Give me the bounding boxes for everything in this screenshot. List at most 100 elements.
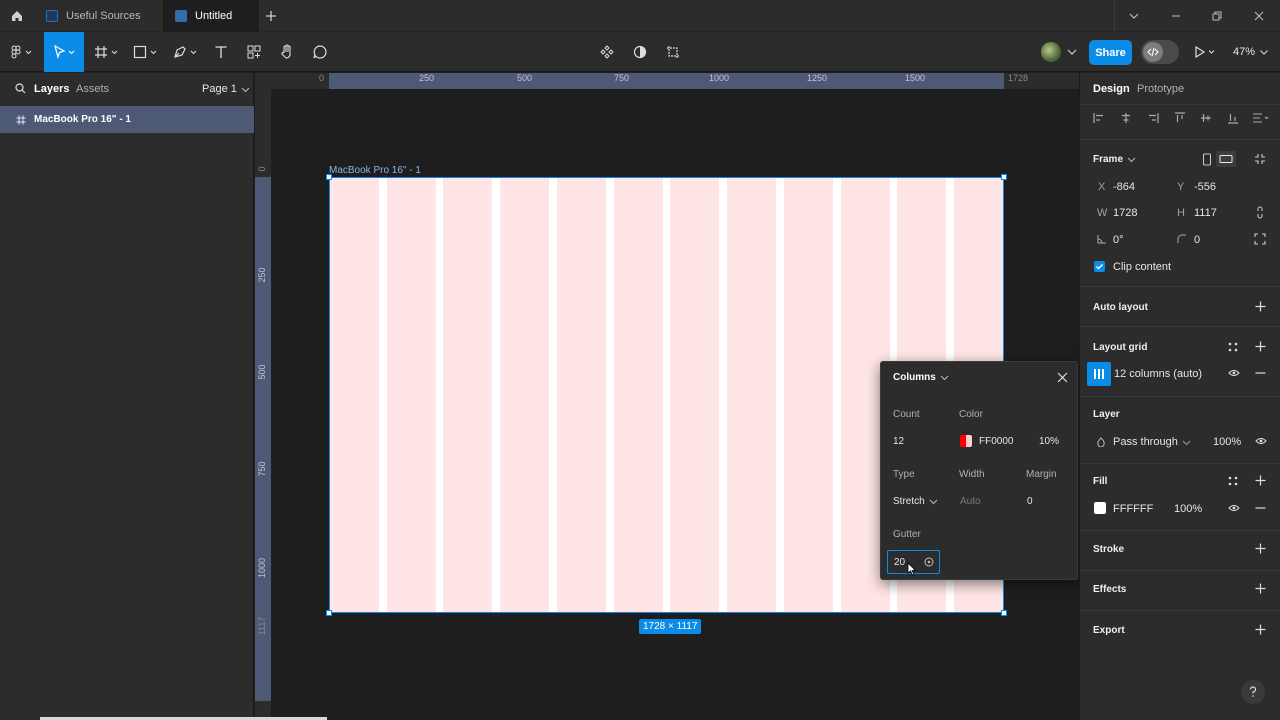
right-panel: Design Prototype Frame X -864 Y -556 W 1… bbox=[1079, 73, 1280, 720]
resize-handle-bottom-right[interactable] bbox=[1001, 610, 1007, 616]
add-export-icon[interactable] bbox=[1255, 624, 1266, 635]
maximize-button[interactable] bbox=[1199, 0, 1235, 32]
multiplayer-avatar-button[interactable] bbox=[1041, 40, 1079, 64]
page-selector[interactable]: Page 1 bbox=[202, 83, 250, 95]
component-icon bbox=[600, 45, 614, 59]
frame-title-label[interactable]: MacBook Pro 16" - 1 bbox=[329, 165, 421, 176]
grid-color-hex-input[interactable]: FF0000 bbox=[979, 436, 1013, 447]
count-label: Count bbox=[893, 409, 920, 420]
pen-tool[interactable] bbox=[171, 32, 201, 72]
height-input[interactable]: 1117 bbox=[1194, 207, 1217, 219]
fill-color-swatch[interactable] bbox=[1094, 502, 1106, 514]
grid-settings-button[interactable] bbox=[1087, 362, 1111, 386]
align-top-icon[interactable] bbox=[1174, 112, 1186, 124]
create-component-button[interactable] bbox=[596, 32, 618, 72]
variable-icon[interactable] bbox=[924, 557, 934, 567]
landscape-button[interactable] bbox=[1216, 151, 1236, 167]
add-auto-layout-icon[interactable] bbox=[1255, 301, 1266, 312]
distribute-icon[interactable] bbox=[1252, 112, 1270, 124]
chevron-down-icon bbox=[1260, 50, 1268, 55]
chevron-down-icon bbox=[1129, 13, 1139, 19]
resize-handle-bottom-left[interactable] bbox=[326, 610, 332, 616]
close-icon[interactable] bbox=[1057, 372, 1068, 383]
portrait-icon[interactable] bbox=[1202, 153, 1212, 166]
remove-icon[interactable] bbox=[1255, 504, 1266, 512]
move-tool[interactable] bbox=[44, 32, 84, 72]
new-tab-button[interactable] bbox=[259, 0, 283, 32]
grid-styles-icon[interactable] bbox=[1228, 342, 1238, 352]
width-input[interactable]: Auto bbox=[960, 496, 981, 507]
resize-to-fit-icon[interactable] bbox=[1254, 153, 1266, 165]
minimize-button[interactable] bbox=[1158, 0, 1194, 32]
eye-icon[interactable] bbox=[1228, 504, 1240, 512]
hand-tool[interactable] bbox=[276, 32, 298, 72]
x-input[interactable]: -864 bbox=[1113, 181, 1135, 193]
grid-type-select[interactable]: Stretch bbox=[893, 496, 938, 507]
resize-handle-top-right[interactable] bbox=[1001, 174, 1007, 180]
rotation-input[interactable]: 0° bbox=[1113, 234, 1124, 246]
clip-content-checkbox[interactable] bbox=[1094, 261, 1105, 272]
width-input[interactable]: 1728 bbox=[1113, 207, 1137, 219]
checkmark-icon bbox=[1096, 264, 1103, 270]
help-button[interactable] bbox=[1241, 680, 1265, 704]
resize-handle-top-left[interactable] bbox=[326, 174, 332, 180]
grid-opacity-input[interactable]: 10% bbox=[1039, 436, 1059, 447]
columns-icon bbox=[1094, 369, 1104, 379]
zoom-dropdown[interactable]: 47% bbox=[1233, 40, 1273, 64]
margin-input[interactable]: 0 bbox=[1027, 496, 1033, 507]
align-horizontal-center-icon[interactable] bbox=[1120, 112, 1132, 124]
layer-opacity-input[interactable]: 100% bbox=[1213, 436, 1241, 448]
grid-color-swatch[interactable] bbox=[960, 435, 972, 447]
tab-assets[interactable]: Assets bbox=[76, 83, 109, 95]
eye-icon[interactable] bbox=[1228, 369, 1240, 377]
home-button[interactable] bbox=[0, 0, 33, 32]
align-left-icon[interactable] bbox=[1093, 112, 1105, 124]
present-button[interactable] bbox=[1194, 40, 1226, 64]
add-stroke-icon[interactable] bbox=[1255, 543, 1266, 554]
auto-layout-title: Auto layout bbox=[1093, 302, 1148, 313]
play-icon bbox=[1195, 46, 1215, 58]
crop-button[interactable] bbox=[662, 32, 684, 72]
align-bottom-icon[interactable] bbox=[1227, 112, 1239, 124]
independent-corners-icon[interactable] bbox=[1254, 233, 1266, 245]
tab-prototype[interactable]: Prototype bbox=[1137, 83, 1184, 95]
fill-opacity-input[interactable]: 100% bbox=[1174, 503, 1202, 515]
comment-tool[interactable] bbox=[309, 32, 331, 72]
layer-row[interactable]: MacBook Pro 16" - 1 bbox=[0, 106, 254, 133]
close-window-button[interactable] bbox=[1241, 0, 1277, 32]
layout-grid-item-label[interactable]: 12 columns (auto) bbox=[1114, 368, 1202, 380]
align-right-icon[interactable] bbox=[1147, 112, 1159, 124]
search-icon[interactable] bbox=[15, 83, 26, 94]
frame-tool[interactable] bbox=[92, 32, 122, 72]
horizontal-ruler[interactable] bbox=[255, 73, 1079, 89]
y-input[interactable]: -556 bbox=[1194, 181, 1216, 193]
main-menu-button[interactable] bbox=[6, 32, 38, 72]
frame-preset-dropdown[interactable]: Frame bbox=[1093, 154, 1136, 165]
fill-hex-input[interactable]: FFFFFF bbox=[1113, 503, 1153, 515]
fill-styles-icon[interactable] bbox=[1228, 476, 1238, 486]
dev-mode-toggle[interactable] bbox=[1141, 40, 1179, 64]
align-vertical-center-icon[interactable] bbox=[1200, 112, 1212, 124]
shape-tool[interactable] bbox=[131, 32, 161, 72]
mask-button[interactable] bbox=[629, 32, 651, 72]
tab-design[interactable]: Design bbox=[1093, 83, 1130, 95]
tabs-dropdown-button[interactable] bbox=[1116, 0, 1152, 32]
grid-type-dropdown[interactable]: Columns bbox=[893, 372, 949, 383]
blend-mode-dropdown[interactable]: Pass through bbox=[1113, 436, 1191, 448]
tab-untitled[interactable]: Untitled bbox=[163, 0, 259, 32]
tab-layers[interactable]: Layers bbox=[34, 83, 69, 95]
text-tool[interactable] bbox=[210, 32, 232, 72]
add-layout-grid-icon[interactable] bbox=[1255, 341, 1266, 352]
remove-icon[interactable] bbox=[1255, 369, 1266, 377]
constrain-proportions-icon[interactable] bbox=[1256, 206, 1264, 219]
share-button[interactable]: Share bbox=[1089, 40, 1132, 65]
count-input[interactable]: 12 bbox=[893, 436, 904, 447]
ruler-label: 750 bbox=[614, 73, 630, 83]
corner-radius-input[interactable]: 0 bbox=[1194, 234, 1200, 246]
tab-useful-sources[interactable]: Useful Sources bbox=[34, 0, 162, 32]
add-fill-icon[interactable] bbox=[1255, 475, 1266, 486]
eye-icon[interactable] bbox=[1255, 437, 1267, 445]
add-effect-icon[interactable] bbox=[1255, 583, 1266, 594]
resources-tool[interactable] bbox=[243, 32, 265, 72]
ruler-label: 500 bbox=[257, 364, 267, 380]
